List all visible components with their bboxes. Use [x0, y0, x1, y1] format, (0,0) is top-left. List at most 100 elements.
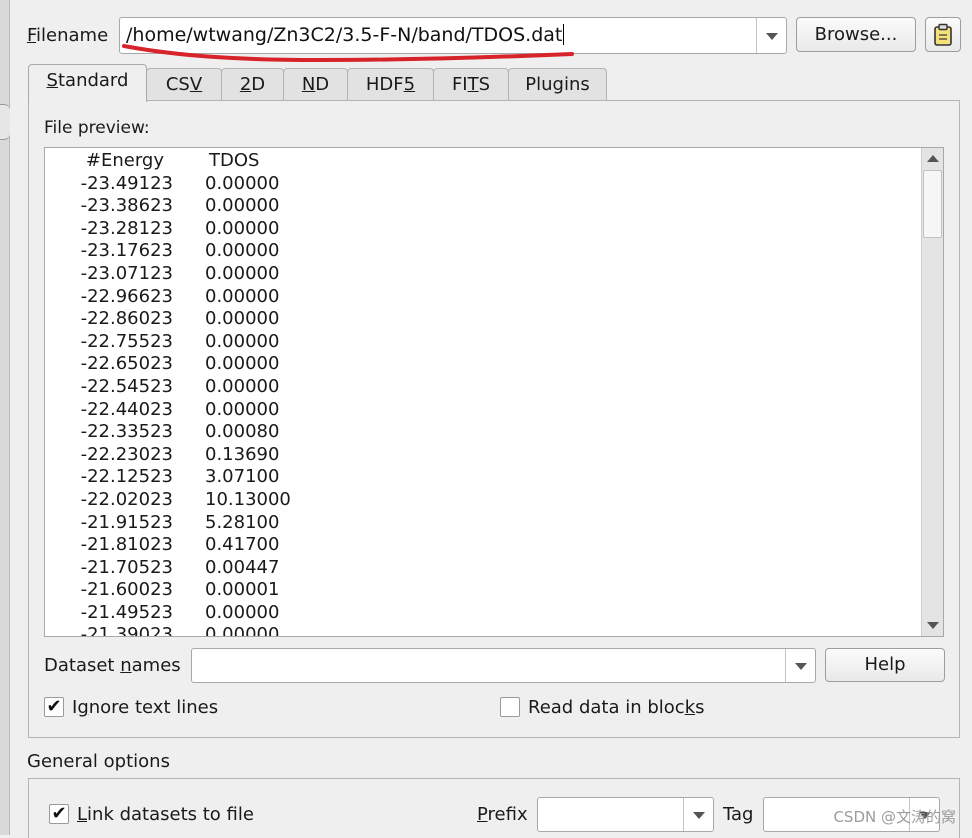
preview-energy-cell: -22.02023	[80, 488, 173, 510]
preview-tdos-cell: 5.28100	[205, 511, 280, 533]
preview-tdos-cell: 0.00000	[205, 330, 280, 352]
preview-tdos-cell: 0.00000	[205, 285, 280, 307]
preview-tdos-cell: 0.41700	[205, 534, 280, 556]
preview-energy-cell: -23.38623	[80, 195, 173, 217]
preview-vertical-scrollbar[interactable]	[921, 148, 943, 636]
preview-row: -21.60023 0.00001	[45, 579, 921, 602]
preview-energy-cell: -22.54523	[80, 375, 173, 397]
general-options-title: General options	[27, 751, 170, 772]
preview-row: -23.38623 0.00000	[45, 195, 921, 218]
preview-row: -23.07123 0.00000	[45, 263, 921, 286]
preview-tdos-cell: 0.00000	[205, 240, 280, 262]
help-button-label: Help	[864, 654, 906, 675]
preview-energy-cell: -22.75523	[80, 330, 173, 352]
preview-row: -23.28123 0.00000	[45, 218, 921, 241]
preview-energy-cell: -22.12523	[80, 466, 173, 488]
preview-row: -22.75523 0.00000	[45, 331, 921, 354]
preview-energy-cell: -21.81023	[80, 534, 173, 556]
preview-energy-cell: -21.70523	[80, 556, 173, 578]
preview-energy-cell: -21.49523	[80, 601, 173, 623]
ignore-text-lines-checkbox[interactable]: ✔	[44, 697, 64, 717]
preview-tdos-cell: 0.00000	[205, 601, 280, 623]
tag-label: Tag	[723, 804, 754, 825]
preview-energy-cell: -23.28123	[80, 217, 173, 239]
preview-tdos-cell: 0.00000	[205, 172, 280, 194]
preview-row: -22.12523 3.07100	[45, 466, 921, 489]
preview-energy-cell: -21.39023	[80, 624, 173, 637]
link-datasets-label[interactable]: Link datasets to file	[77, 804, 254, 826]
prefix-label: Prefix	[477, 804, 528, 825]
preview-tdos-cell: 0.00080	[205, 421, 280, 443]
preview-row: -23.49123 0.00000	[45, 173, 921, 196]
preview-energy-cell: -22.96623	[80, 285, 173, 307]
tab-plugins[interactable]: Plugins	[508, 68, 607, 101]
file-preview-area[interactable]: #Energy TDOS -23.49123 0.00000 -23.38623 0.…	[44, 147, 944, 637]
preview-energy-cell: -23.49123	[80, 172, 173, 194]
preview-energy-cell: -22.44023	[80, 398, 173, 420]
prefix-dropdown-button[interactable]	[683, 798, 713, 831]
tab-csv[interactable]: CSV	[146, 68, 222, 101]
preview-row: -22.02023 10.13000	[45, 489, 921, 512]
preview-energy-cell: -22.65023	[80, 353, 173, 375]
read-data-in-blocks-label[interactable]: Read data in blocks	[528, 697, 705, 719]
preview-tdos-cell: 0.13690	[205, 443, 280, 465]
preview-header-tdos: TDOS	[209, 150, 260, 171]
preview-header-energy: #Energy	[85, 150, 164, 171]
preview-row: -22.96623 0.00000	[45, 286, 921, 309]
help-button[interactable]: Help	[825, 648, 945, 682]
tab-fits-label: FITS	[451, 74, 491, 95]
filename-dropdown-button[interactable]	[756, 18, 786, 53]
preview-tdos-cell: 0.00447	[205, 556, 280, 578]
preview-row: -21.91523 5.28100	[45, 512, 921, 535]
preview-tdos-cell: 10.13000	[205, 488, 291, 510]
clipboard-button[interactable]	[925, 17, 961, 52]
tab-hdf5-label: HDF5	[365, 74, 416, 95]
preview-row: -22.65023 0.00000	[45, 353, 921, 376]
preview-row: -22.54523 0.00000	[45, 376, 921, 399]
tab-fits[interactable]: FITS	[433, 68, 509, 101]
preview-row: -21.49523 0.00000	[45, 602, 921, 625]
preview-tdos-cell: 0.00000	[205, 353, 280, 375]
red-underline-annotation	[122, 44, 574, 63]
prefix-combo[interactable]	[537, 797, 714, 832]
preview-tdos-cell: 3.07100	[205, 466, 280, 488]
ignore-text-lines-label[interactable]: Ignore text lines	[72, 697, 218, 719]
browse-button[interactable]: Browse...	[796, 17, 916, 52]
tab-standard-label: Standard	[46, 70, 129, 91]
preview-tdos-cell: 0.00000	[205, 195, 280, 217]
link-datasets-checkbox[interactable]: ✔	[49, 804, 69, 824]
preview-row: -23.17623 0.00000	[45, 240, 921, 263]
preview-energy-cell: -22.86023	[80, 308, 173, 330]
preview-row: -21.70523 0.00447	[45, 557, 921, 580]
tab-standard[interactable]: Standard	[28, 64, 147, 102]
filename-label: Filename	[27, 25, 109, 46]
preview-tdos-cell: 0.00000	[205, 624, 280, 637]
tab-nd-label: ND	[301, 74, 330, 95]
scroll-up-arrow-icon[interactable]	[927, 155, 939, 162]
preview-row: -21.39023 0.00000	[45, 624, 921, 637]
preview-header-row: #Energy TDOS	[45, 150, 921, 173]
browse-button-label: Browse...	[814, 24, 898, 45]
tab-csv-label: CSV	[165, 74, 203, 95]
clipboard-icon	[934, 23, 952, 46]
preview-tdos-cell: 0.00000	[205, 398, 280, 420]
preview-tdos-cell: 0.00001	[205, 579, 280, 601]
preview-tdos-cell: 0.00000	[205, 262, 280, 284]
dataset-names-dropdown-button[interactable]	[785, 649, 815, 682]
tab-hdf5[interactable]: HDF5	[347, 68, 434, 101]
dataset-names-label: Dataset names	[44, 655, 181, 676]
preview-energy-cell: -21.91523	[80, 511, 173, 533]
scroll-down-arrow-icon[interactable]	[927, 622, 939, 629]
watermark: CSDN @文涛的窝	[833, 808, 956, 826]
tab-2d[interactable]: 2D	[221, 68, 284, 101]
read-data-in-blocks-checkbox[interactable]	[500, 697, 520, 717]
preview-energy-cell: -23.07123	[80, 262, 173, 284]
tab-plugins-label: Plugins	[525, 74, 590, 95]
dataset-names-combo[interactable]	[191, 648, 816, 683]
file-preview-label: File preview:	[44, 118, 150, 138]
tab-nd[interactable]: ND	[283, 68, 348, 101]
preview-energy-cell: -22.23023	[80, 443, 173, 465]
preview-energy-cell: -21.60023	[80, 579, 173, 601]
scrollbar-thumb[interactable]	[923, 170, 942, 238]
preview-energy-cell: -22.33523	[80, 421, 173, 443]
